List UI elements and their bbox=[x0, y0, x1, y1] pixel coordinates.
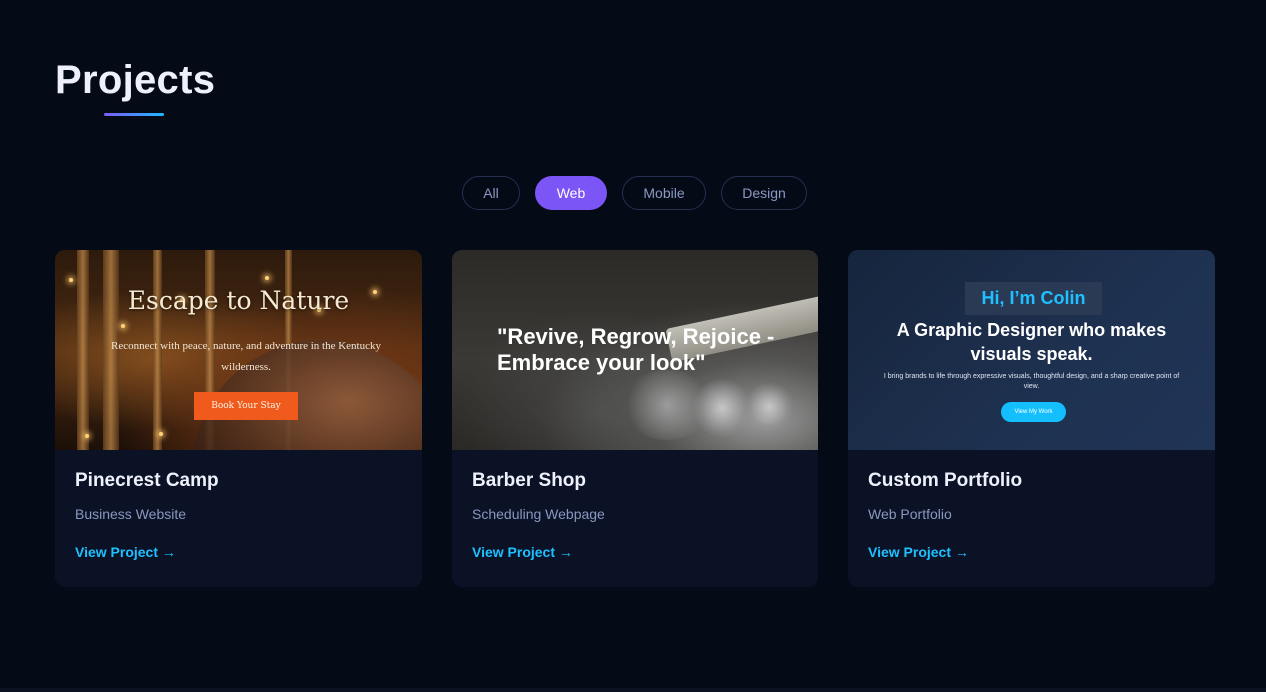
project-title: Custom Portfolio bbox=[868, 470, 1023, 491]
filter-design[interactable]: Design bbox=[721, 176, 807, 210]
preview-headline: A Graphic Designer who makes visuals spe… bbox=[896, 320, 1167, 364]
project-thumbnail[interactable]: Escape to Nature Reconnect with peace, n… bbox=[55, 250, 422, 450]
preview-text: I bring brands to life through expressiv… bbox=[883, 373, 1180, 390]
projects-section: Projects All Web Mobile Design Escape to… bbox=[0, 0, 1266, 692]
project-thumbnail[interactable]: Hi, I’m Colin A Graphic Designer who mak… bbox=[848, 250, 1215, 450]
preview-book-button: Book Your Stay bbox=[194, 392, 298, 420]
preview-view-work-button: View My Work bbox=[1001, 402, 1066, 422]
project-thumbnail[interactable]: "Revive, Regrow, Rejoice - Embrace your … bbox=[452, 250, 818, 450]
preview-headline: "Revive, Regrow, Rejoice - Embrace your … bbox=[497, 324, 775, 375]
project-category: Business Website bbox=[75, 506, 187, 522]
filter-all[interactable]: All bbox=[462, 176, 520, 210]
view-project-link[interactable]: View Project → bbox=[75, 544, 176, 560]
preview-text: Reconnect with peace, nature, and advent… bbox=[111, 340, 381, 373]
project-category: Scheduling Webpage bbox=[472, 506, 605, 522]
project-card-pinecrest: Escape to Nature Reconnect with peace, n… bbox=[55, 250, 422, 587]
section-title: Projects bbox=[55, 58, 216, 102]
filter-bar: All Web Mobile Design bbox=[462, 176, 807, 210]
preview-headline: Escape to Nature bbox=[127, 286, 350, 315]
project-card-barber: "Revive, Regrow, Rejoice - Embrace your … bbox=[452, 250, 818, 587]
project-title: Pinecrest Camp bbox=[75, 470, 219, 491]
title-underline bbox=[104, 113, 164, 116]
project-title: Barber Shop bbox=[472, 470, 587, 491]
project-category: Web Portfolio bbox=[868, 506, 952, 522]
view-project-link[interactable]: View Project → bbox=[868, 544, 969, 560]
filter-web[interactable]: Web bbox=[535, 176, 607, 210]
preview-greeting: Hi, I’m Colin bbox=[965, 282, 1102, 315]
project-card-portfolio: Hi, I’m Colin A Graphic Designer who mak… bbox=[848, 250, 1215, 587]
bottom-divider bbox=[0, 688, 1266, 692]
filter-mobile[interactable]: Mobile bbox=[622, 176, 706, 210]
view-project-link[interactable]: View Project → bbox=[472, 544, 573, 560]
